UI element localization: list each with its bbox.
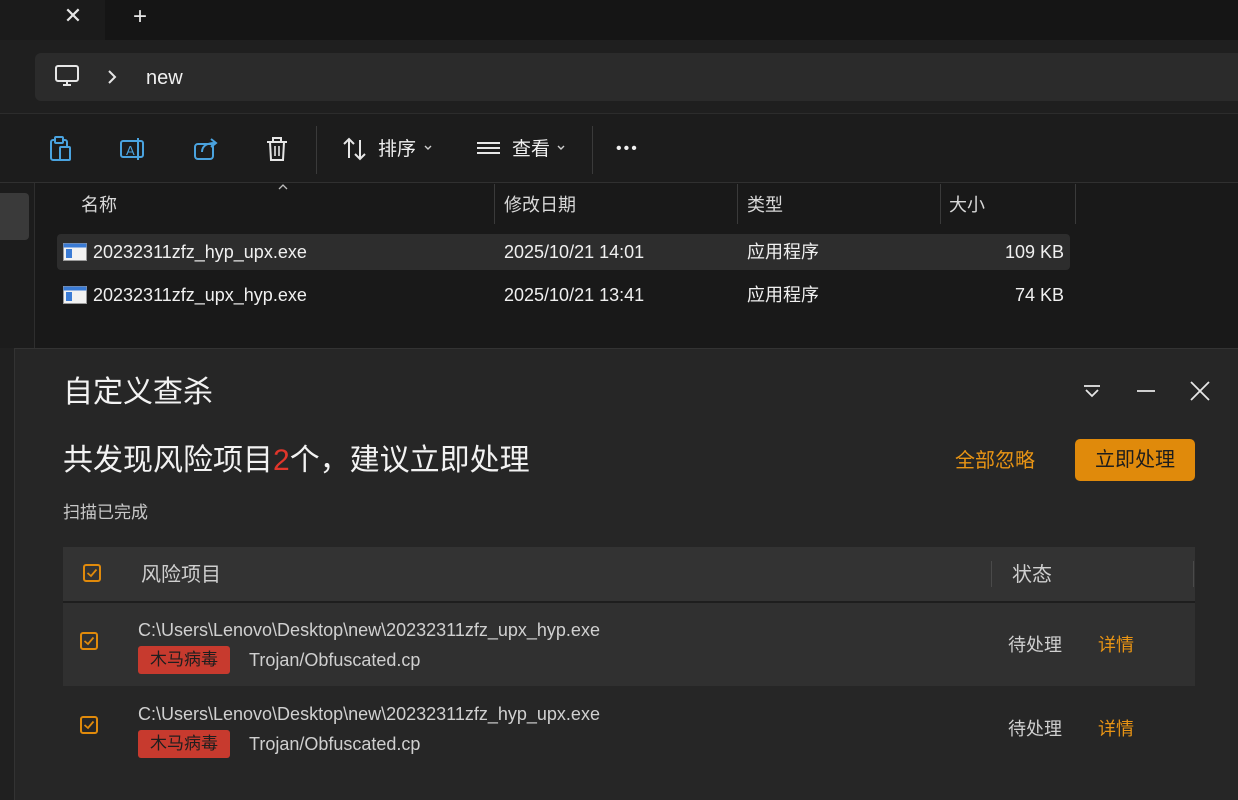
more-options-button[interactable]: ••• [616, 136, 639, 162]
column-divider[interactable] [494, 184, 495, 224]
chevron-right-icon[interactable] [103, 67, 121, 87]
headline-suffix: 个，建议立即处理 [289, 444, 530, 477]
details-link[interactable]: 详情 [1098, 633, 1134, 657]
column-divider[interactable] [737, 184, 738, 224]
column-header-risk-item: 风险项目 [141, 564, 221, 586]
process-now-button[interactable]: 立即处理 [1075, 439, 1195, 481]
risk-status: 待处理 [1008, 635, 1062, 655]
risk-count: 2 [273, 444, 290, 477]
column-divider [991, 561, 992, 587]
select-all-checkbox[interactable] [83, 564, 101, 582]
file-type: 应用程序 [747, 285, 819, 305]
active-tab[interactable] [0, 0, 105, 40]
rename-icon[interactable]: A [118, 134, 148, 164]
sort-icon[interactable] [340, 134, 370, 164]
column-header-size[interactable]: 大小 [949, 192, 985, 218]
address-bar[interactable] [35, 53, 1238, 101]
delete-icon[interactable] [262, 134, 292, 164]
column-divider[interactable] [1075, 184, 1076, 224]
file-name[interactable]: 20232311zfz_upx_hyp.exe [93, 282, 307, 308]
threat-name: Trojan/Obfuscated.cp [249, 650, 421, 670]
tab-strip [105, 0, 1238, 40]
chevron-down-icon[interactable] [423, 143, 433, 153]
column-divider [1193, 561, 1194, 587]
file-modified-date: 2025/10/21 14:01 [504, 242, 645, 262]
scan-status: 扫描已完成 [63, 503, 148, 522]
panel-title: 自定义查杀 [63, 376, 213, 409]
risk-item-checkbox[interactable] [80, 716, 98, 734]
details-link[interactable]: 详情 [1098, 717, 1134, 741]
threat-category-badge: 木马病毒 [138, 730, 230, 758]
new-tab-button[interactable]: + [128, 5, 152, 29]
view-icon[interactable] [474, 134, 504, 164]
paste-icon[interactable] [46, 134, 76, 164]
file-name[interactable]: 20232311zfz_hyp_upx.exe [93, 239, 307, 265]
exe-file-icon [63, 286, 87, 304]
risk-status: 待处理 [1008, 719, 1062, 739]
toolbar-divider [316, 126, 317, 174]
threat-category-badge: 木马病毒 [138, 646, 230, 674]
navigation-pane-selected-item[interactable] [0, 193, 29, 240]
risk-file-path: C:\Users\Lenovo\Desktop\new\20232311zfz_… [138, 704, 600, 724]
close-icon[interactable] [1189, 380, 1211, 402]
headline-prefix: 共发现风险项目 [63, 444, 273, 477]
column-header-date[interactable]: 修改日期 [504, 192, 576, 218]
column-header-type[interactable]: 类型 [747, 192, 783, 218]
risk-item-checkbox[interactable] [80, 632, 98, 650]
chevron-down-icon[interactable] [556, 143, 566, 153]
file-size: 109 KB [1004, 242, 1064, 262]
file-size: 74 KB [1014, 285, 1064, 305]
file-modified-date: 2025/10/21 13:41 [504, 285, 645, 305]
exe-file-icon [63, 243, 87, 261]
this-pc-icon[interactable] [54, 64, 80, 88]
svg-text:A: A [126, 143, 135, 158]
risk-summary-headline: 共发现风险项目2个，建议立即处理 [63, 441, 530, 481]
ignore-all-button[interactable]: 全部忽略 [955, 447, 1035, 475]
address-path[interactable]: new [146, 64, 183, 92]
threat-name: Trojan/Obfuscated.cp [249, 734, 421, 754]
column-divider[interactable] [940, 184, 941, 224]
view-button[interactable]: 查看 [512, 137, 550, 163]
column-header-status: 状态 [1012, 564, 1052, 586]
sort-button[interactable]: 排序 [378, 137, 416, 163]
minimize-icon[interactable] [1136, 381, 1156, 401]
toolbar-divider [592, 126, 593, 174]
risk-file-path: C:\Users\Lenovo\Desktop\new\20232311zfz_… [138, 620, 600, 640]
share-icon[interactable] [191, 134, 221, 164]
sort-ascending-icon [277, 183, 289, 191]
column-header-name[interactable]: 名称 [81, 192, 117, 218]
panel-menu-icon[interactable] [1082, 381, 1102, 401]
close-tab-icon[interactable]: ✕ [62, 5, 84, 27]
file-type: 应用程序 [747, 242, 819, 262]
